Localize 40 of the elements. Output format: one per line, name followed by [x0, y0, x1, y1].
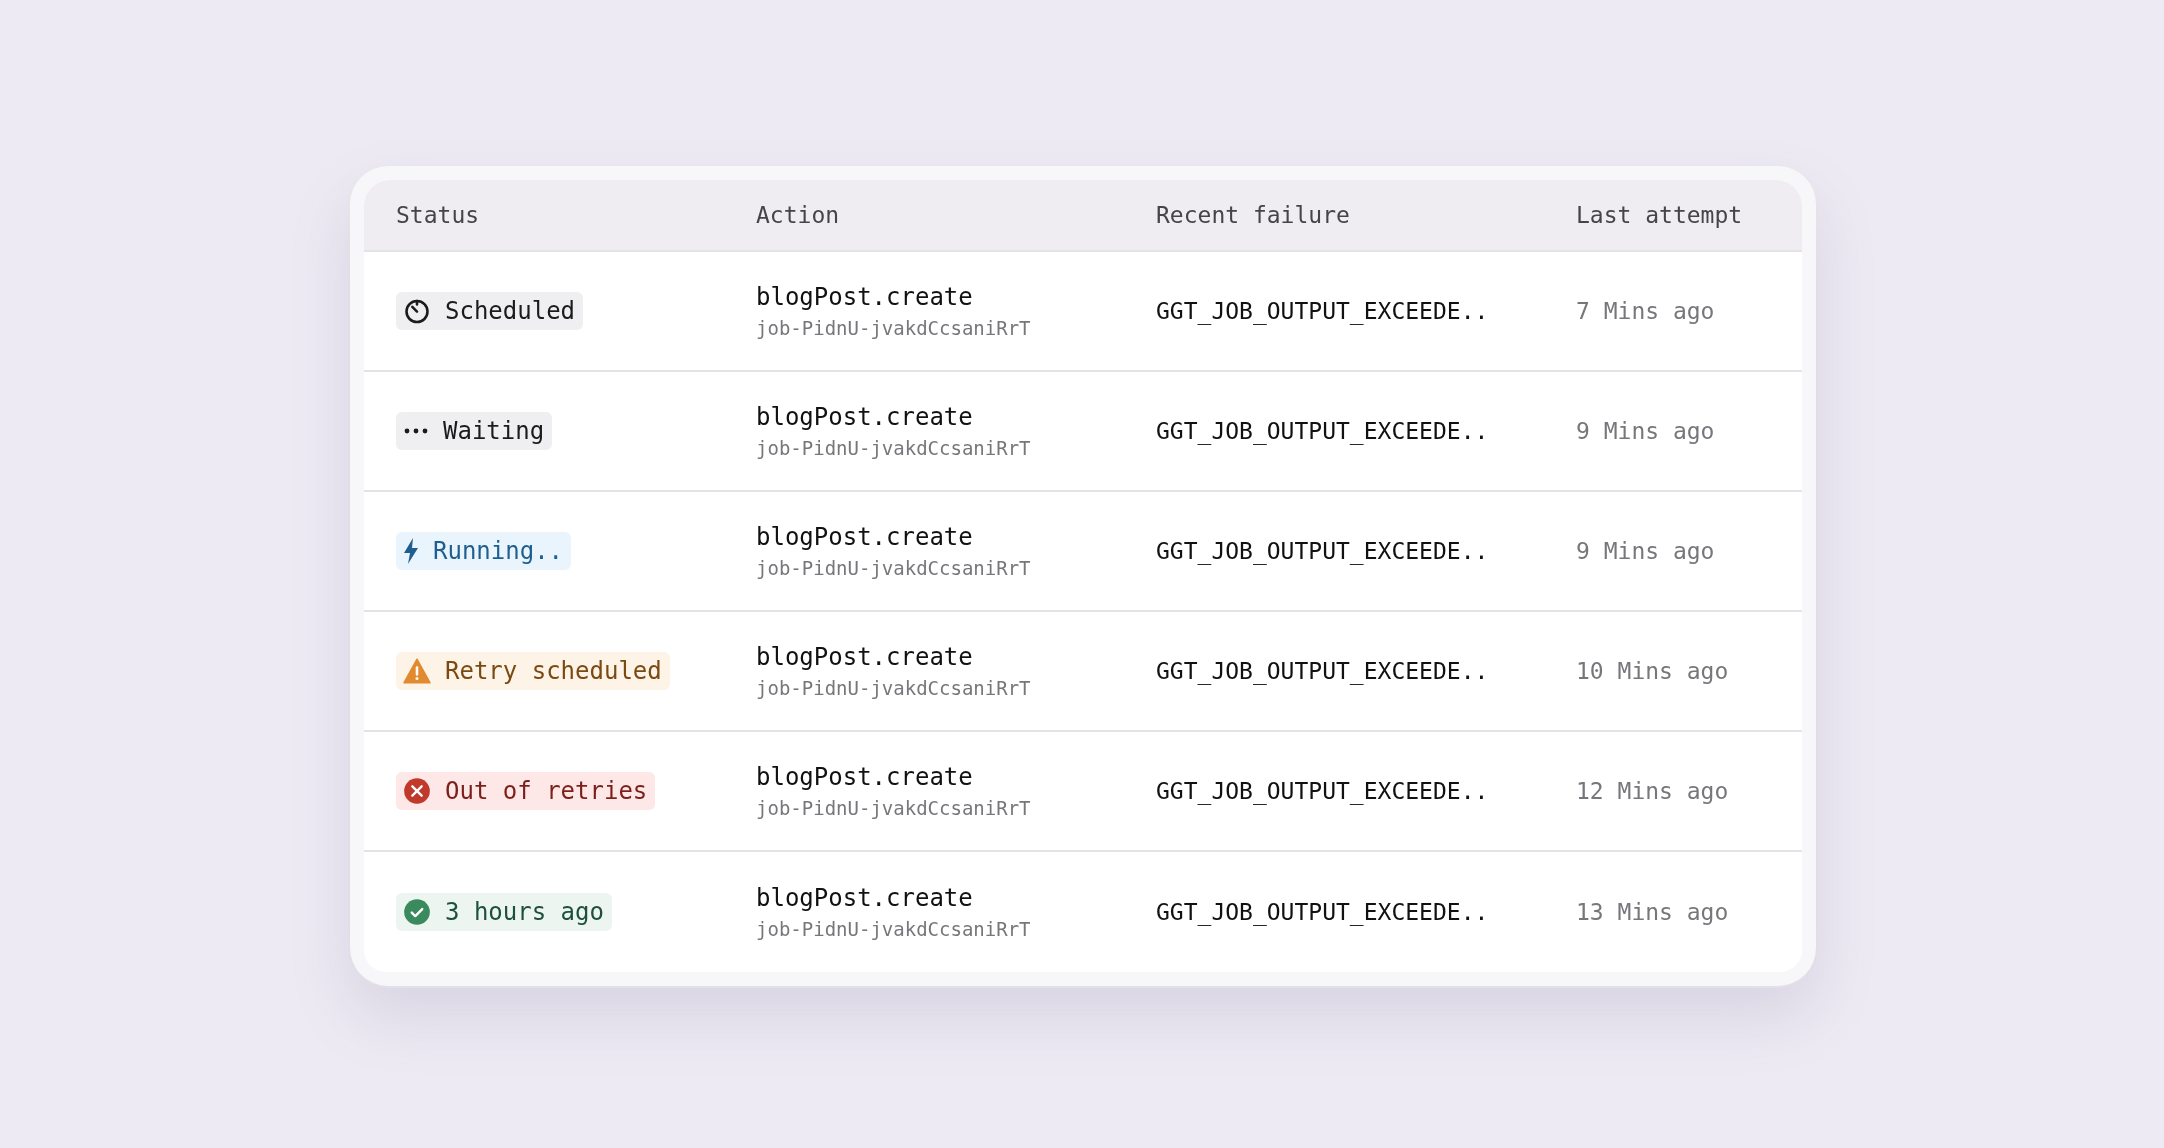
- timestamp: 12 Mins ago: [1576, 778, 1729, 804]
- job-id: job-PidnU-jvakdCcsaniRrT: [756, 677, 1031, 699]
- job-id: job-PidnU-jvakdCcsaniRrT: [756, 317, 1031, 339]
- action-name: blogPost.create: [756, 643, 973, 671]
- checkmark-icon: [403, 898, 431, 926]
- job-id: job-PidnU-jvakdCcsaniRrT: [756, 918, 1031, 940]
- job-id: job-PidnU-jvakdCcsaniRrT: [756, 437, 1031, 459]
- failure-code: GGT_JOB_OUTPUT_EXCEEDE..: [1156, 658, 1489, 684]
- action-name: blogPost.create: [756, 403, 973, 431]
- failure-code: GGT_JOB_OUTPUT_EXCEEDE..: [1156, 418, 1489, 444]
- failure-code: GGT_JOB_OUTPUT_EXCEEDE..: [1156, 538, 1489, 564]
- timestamp: 13 Mins ago: [1576, 899, 1729, 925]
- column-header: Action: [756, 202, 841, 228]
- status-label: Retry scheduled: [445, 657, 662, 685]
- warning-icon: [403, 658, 431, 684]
- action-name: blogPost.create: [756, 283, 973, 311]
- failure-code: GGT_JOB_OUTPUT_EXCEEDE..: [1156, 899, 1489, 925]
- status-label: Running..: [433, 537, 564, 565]
- job-id: job-PidnU-jvakdCcsaniRrT: [756, 557, 1031, 579]
- column-header: Status: [396, 202, 481, 228]
- timestamp: 9 Mins ago: [1576, 538, 1715, 564]
- status-label: 3 hours ago: [445, 898, 604, 926]
- status-label: Scheduled: [445, 297, 576, 325]
- action-name: blogPost.create: [756, 884, 973, 912]
- failure-code: GGT_JOB_OUTPUT_EXCEEDE..: [1156, 778, 1489, 804]
- ellipsis-icon: [403, 427, 429, 435]
- action-name: blogPost.create: [756, 763, 973, 791]
- timestamp: 10 Mins ago: [1576, 658, 1729, 684]
- status-label: Waiting: [443, 417, 545, 445]
- error-icon: [403, 777, 431, 805]
- timestamp: 9 Mins ago: [1576, 418, 1715, 444]
- column-header: Recent failure: [1156, 202, 1351, 228]
- action-name: blogPost.create: [756, 523, 973, 551]
- timestamp: 7 Mins ago: [1576, 298, 1715, 324]
- job-id: job-PidnU-jvakdCcsaniRrT: [756, 797, 1031, 819]
- failure-code: GGT_JOB_OUTPUT_EXCEEDE..: [1156, 298, 1489, 324]
- column-header: Last attempt: [1576, 202, 1744, 228]
- stopwatch-icon: [403, 297, 431, 325]
- lightning-icon: [403, 537, 419, 565]
- status-label: Out of retries: [445, 777, 648, 805]
